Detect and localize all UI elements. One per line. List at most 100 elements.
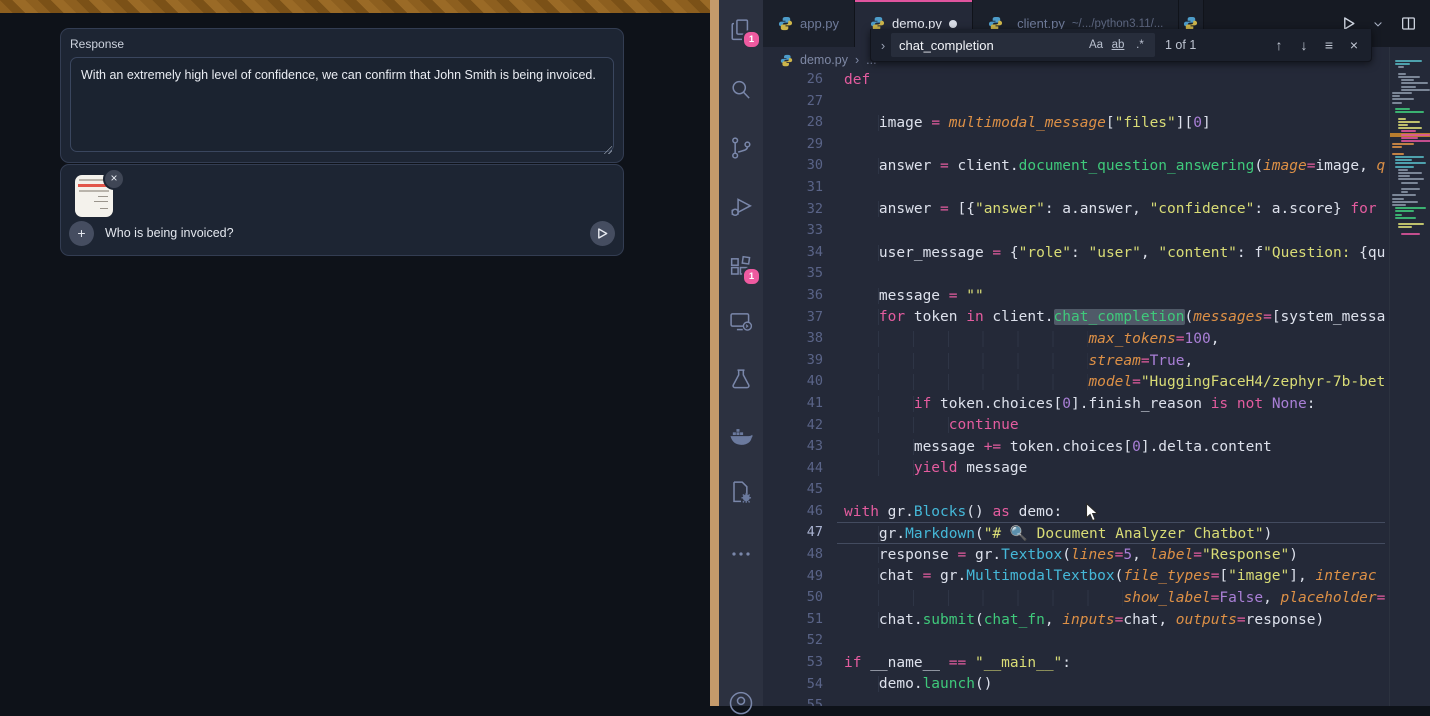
code-line[interactable]: 55 bbox=[763, 695, 1385, 706]
code-line[interactable]: 32 answer = [{"answer": a.answer, "confi… bbox=[763, 199, 1385, 221]
line-number[interactable]: 31 bbox=[763, 177, 837, 199]
activity-cmake-tools-icon[interactable] bbox=[727, 478, 755, 506]
line-number[interactable]: 47 bbox=[763, 522, 837, 544]
response-textarea[interactable] bbox=[70, 57, 614, 152]
find-close-button[interactable]: × bbox=[1343, 34, 1365, 56]
code-line[interactable]: 47 gr.Markdown("# 🔍 Document Analyzer Ch… bbox=[763, 522, 1385, 544]
find-next-button[interactable]: ↓ bbox=[1293, 34, 1315, 56]
code-line-content: answer = [{"answer": a.answer, "confiden… bbox=[837, 199, 1385, 221]
code-line[interactable]: 45 bbox=[763, 479, 1385, 501]
add-attachment-button[interactable]: + bbox=[69, 221, 94, 246]
line-number[interactable]: 46 bbox=[763, 501, 837, 523]
code-line[interactable]: 51 chat.submit(chat_fn, inputs=chat, out… bbox=[763, 609, 1385, 631]
line-number[interactable]: 53 bbox=[763, 652, 837, 674]
line-number[interactable]: 52 bbox=[763, 630, 837, 652]
minimap-line bbox=[1395, 108, 1410, 110]
code-line-content: response = gr.Textbox(lines=5, label="Re… bbox=[837, 544, 1385, 566]
code-line[interactable]: 26def bbox=[763, 73, 1385, 91]
find-toggle-replace-icon[interactable]: › bbox=[875, 38, 891, 53]
line-number[interactable]: 44 bbox=[763, 458, 837, 480]
line-number[interactable]: 36 bbox=[763, 285, 837, 307]
activity-source-control-icon[interactable] bbox=[727, 134, 755, 162]
code-line[interactable]: 53if __name__ == "__main__": bbox=[763, 652, 1385, 674]
minimap[interactable] bbox=[1389, 47, 1430, 706]
activity-search-icon[interactable] bbox=[727, 76, 755, 104]
find-in-selection-button[interactable]: ≡ bbox=[1318, 34, 1340, 56]
line-number[interactable]: 49 bbox=[763, 566, 837, 588]
window-divider[interactable] bbox=[710, 0, 719, 706]
code-line[interactable]: 27 bbox=[763, 91, 1385, 113]
line-number[interactable]: 34 bbox=[763, 242, 837, 264]
chat-question-input[interactable]: Who is being invoiced? bbox=[105, 226, 590, 240]
multimodal-input-panel: × + Who is being invoiced? bbox=[60, 164, 624, 256]
code-line[interactable]: 48 response = gr.Textbox(lines=5, label=… bbox=[763, 544, 1385, 566]
line-number[interactable]: 33 bbox=[763, 220, 837, 242]
split-editor-button[interactable] bbox=[1396, 12, 1420, 36]
whole-word-button[interactable]: ab bbox=[1107, 39, 1129, 51]
activity-account-icon[interactable] bbox=[727, 688, 755, 716]
tab-app.py[interactable]: app.py bbox=[763, 0, 855, 47]
code-line[interactable]: 43 message += token.choices[0].delta.con… bbox=[763, 436, 1385, 458]
code-line[interactable]: 34 user_message = {"role": "user", "cont… bbox=[763, 242, 1385, 264]
code-line[interactable]: 41 if token.choices[0].finish_reason is … bbox=[763, 393, 1385, 415]
activity-extensions-icon[interactable]: 1 bbox=[727, 253, 755, 281]
activity-run-and-debug-icon[interactable] bbox=[727, 193, 755, 221]
line-number[interactable]: 41 bbox=[763, 393, 837, 415]
code-line[interactable]: 54 demo.launch() bbox=[763, 674, 1385, 696]
code-line[interactable]: 31 bbox=[763, 177, 1385, 199]
code-line[interactable]: 36 message = "" bbox=[763, 285, 1385, 307]
line-number[interactable]: 54 bbox=[763, 674, 837, 696]
find-query-text[interactable]: chat_completion bbox=[899, 38, 1085, 53]
code-line[interactable]: 28 image = multimodal_message["files"][0… bbox=[763, 112, 1385, 134]
code-line[interactable]: 50 show_label=False, placeholder= bbox=[763, 587, 1385, 609]
code-line[interactable]: 39 stream=True, bbox=[763, 350, 1385, 372]
minimap-line bbox=[1392, 102, 1402, 104]
line-number[interactable]: 43 bbox=[763, 436, 837, 458]
activity-docker-icon[interactable] bbox=[727, 423, 755, 451]
code-line[interactable]: 44 yield message bbox=[763, 458, 1385, 480]
code-line[interactable]: 29 bbox=[763, 134, 1385, 156]
regex-button[interactable]: .* bbox=[1129, 39, 1151, 51]
code-line[interactable]: 37 for token in client.chat_completion(m… bbox=[763, 307, 1385, 329]
code-line[interactable]: 49 chat = gr.MultimodalTextbox(file_type… bbox=[763, 566, 1385, 588]
code-line[interactable]: 52 bbox=[763, 630, 1385, 652]
line-number[interactable]: 38 bbox=[763, 328, 837, 350]
activity-more-views-icon[interactable] bbox=[727, 540, 755, 568]
activity-remote-explorer-icon[interactable] bbox=[727, 308, 755, 336]
line-number[interactable]: 30 bbox=[763, 155, 837, 177]
code-line[interactable]: 42 continue bbox=[763, 415, 1385, 437]
line-number[interactable]: 32 bbox=[763, 199, 837, 221]
line-number[interactable]: 51 bbox=[763, 609, 837, 631]
line-number[interactable]: 29 bbox=[763, 134, 837, 156]
code-line[interactable]: 38 max_tokens=100, bbox=[763, 328, 1385, 350]
gradio-app-pane: Response × + Who is being invoiced? bbox=[0, 0, 710, 706]
line-number[interactable]: 48 bbox=[763, 544, 837, 566]
line-number[interactable]: 28 bbox=[763, 112, 837, 134]
line-number[interactable]: 55 bbox=[763, 695, 837, 706]
activity-testing-icon[interactable] bbox=[727, 366, 755, 394]
code-line-content: stream=True, bbox=[837, 350, 1385, 372]
find-previous-button[interactable]: ↑ bbox=[1268, 34, 1290, 56]
code-line[interactable]: 46with gr.Blocks() as demo: bbox=[763, 501, 1385, 523]
line-number[interactable]: 26 bbox=[763, 73, 837, 91]
find-input[interactable]: chat_completion Aa ab .* bbox=[891, 33, 1155, 57]
line-number[interactable]: 50 bbox=[763, 587, 837, 609]
remove-attachment-button[interactable]: × bbox=[103, 168, 125, 190]
breadcrumb-file[interactable]: demo.py bbox=[800, 53, 848, 67]
code-editor-area[interactable]: 26def2728 image = multimodal_message["fi… bbox=[763, 73, 1430, 706]
code-line[interactable]: 33 bbox=[763, 220, 1385, 242]
line-number[interactable]: 42 bbox=[763, 415, 837, 437]
line-number[interactable]: 40 bbox=[763, 371, 837, 393]
code-line[interactable]: 30 answer = client.document_question_ans… bbox=[763, 155, 1385, 177]
match-case-button[interactable]: Aa bbox=[1085, 39, 1107, 51]
line-number[interactable]: 39 bbox=[763, 350, 837, 372]
line-number[interactable]: 35 bbox=[763, 263, 837, 285]
code-line-content: if token.choices[0].finish_reason is not… bbox=[837, 393, 1385, 415]
line-number[interactable]: 37 bbox=[763, 307, 837, 329]
line-number[interactable]: 45 bbox=[763, 479, 837, 501]
code-line[interactable]: 35 bbox=[763, 263, 1385, 285]
line-number[interactable]: 27 bbox=[763, 91, 837, 113]
send-button[interactable] bbox=[590, 221, 615, 246]
activity-explorer-icon[interactable]: 1 bbox=[727, 16, 755, 44]
code-line[interactable]: 40 model="HuggingFaceH4/zephyr-7b-beta bbox=[763, 371, 1385, 393]
